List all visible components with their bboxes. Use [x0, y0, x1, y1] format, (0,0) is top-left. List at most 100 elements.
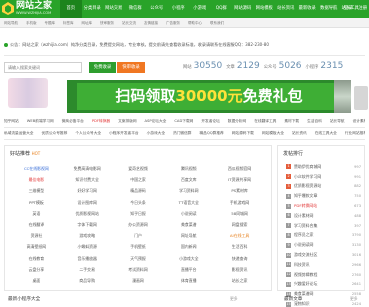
- hot-site-link[interactable]: 体育直播: [163, 276, 214, 286]
- hot-site-link[interactable]: 免费高清电影网: [62, 164, 113, 174]
- hot-site-link[interactable]: PPT模板: [11, 198, 62, 208]
- hot-site-link[interactable]: 知乎日报: [113, 209, 164, 219]
- rank-title[interactable]: 程序员之家: [294, 232, 347, 238]
- hot-site-link[interactable]: 直播平台: [163, 265, 214, 275]
- text-link[interactable]: 素材下载: [284, 117, 299, 126]
- hot-site-link[interactable]: 精品源码: [113, 186, 164, 196]
- ranking-row[interactable]: 10 游戏交流社区 3016: [286, 250, 361, 260]
- ranking-row[interactable]: 6 设计素材网 488: [286, 211, 361, 221]
- rank-title[interactable]: 科技资讯: [294, 262, 347, 268]
- subnav-link[interactable]: 帮助中心: [184, 18, 206, 27]
- subnav-link[interactable]: 标签库: [59, 18, 78, 27]
- text-link[interactable]: 站长资讯: [292, 129, 307, 138]
- hot-site-link[interactable]: 最佳电影: [11, 175, 62, 185]
- hot-site-link[interactable]: 在线教育: [11, 254, 62, 264]
- text-link[interactable]: 生活百科: [307, 117, 322, 126]
- hot-site-link[interactable]: 网址导航: [163, 231, 214, 241]
- ranking-row[interactable]: 3 优质影视资源站 882: [286, 182, 361, 192]
- hot-site-link[interactable]: 商品导购: [62, 276, 113, 286]
- rank-title[interactable]: 知乎爆款文章: [294, 193, 347, 199]
- text-link[interactable]: 文案排版网: [118, 117, 136, 126]
- hot-site-link[interactable]: 设计图库网: [62, 198, 113, 208]
- hot-site-link[interactable]: 西瓜视频官网: [214, 164, 265, 174]
- nav-item[interactable]: 小程序: [168, 0, 190, 18]
- ranking-row[interactable]: 12 视频剪辑教程 2760: [286, 270, 361, 280]
- hot-site-link[interactable]: 国内新闻: [163, 242, 214, 252]
- promo-banner[interactable]: 扫码领取30000元免费礼包: [67, 80, 351, 113]
- text-link[interactable]: 优质公众号推荐: [42, 129, 68, 138]
- rank-title[interactable]: 学习资料合集: [294, 223, 347, 229]
- nav-item[interactable]: 首页: [60, 0, 82, 18]
- ranking-row[interactable]: 13 兴趣爱好论坛 2641: [286, 280, 361, 290]
- hot-site-link[interactable]: 在线翻译: [11, 220, 62, 230]
- ranking-row[interactable]: 7 学习资料合集 397: [286, 221, 361, 231]
- ranking-row[interactable]: 1 赞助伊优商城网 997: [286, 162, 361, 172]
- text-link[interactable]: 网站源码下载: [232, 129, 254, 138]
- rank-title[interactable]: 小说阅读网: [294, 242, 347, 248]
- nav-item[interactable]: 小游戏: [189, 0, 211, 18]
- hot-site-link[interactable]: 二手交易: [62, 265, 113, 275]
- text-link[interactable]: 知乎网站: [4, 117, 19, 126]
- hot-site-link[interactable]: 学习资料网: [163, 186, 214, 196]
- hot-site-link[interactable]: 音乐播放器: [62, 254, 113, 264]
- ranking-row[interactable]: 9 小说阅读网 3130: [286, 240, 361, 250]
- hot-site-link[interactable]: AI在线工具: [214, 231, 265, 241]
- subnav-link[interactable]: 专题库: [41, 18, 60, 27]
- text-link[interactable]: 小游戏大全: [147, 129, 165, 138]
- hot-site-link[interactable]: 资源社: [11, 231, 62, 241]
- hot-site-link[interactable]: 云盘分享: [11, 265, 62, 275]
- articles-more-link[interactable]: 更多: [350, 296, 358, 302]
- rank-title[interactable]: 游戏交流社区: [294, 252, 347, 258]
- submit-site-button[interactable]: 免费收录: [89, 62, 116, 73]
- nav-item[interactable]: 站长资讯: [275, 0, 297, 18]
- text-link[interactable]: 热门微信群: [173, 129, 191, 138]
- text-link[interactable]: 在线翻译工具: [254, 117, 276, 126]
- hot-site-link[interactable]: 小说阅读: [163, 209, 214, 219]
- fast-review-button[interactable]: 快审收录: [117, 62, 145, 73]
- register-link[interactable]: 注册: [358, 0, 367, 18]
- text-link[interactable]: 小程序开发者平台: [109, 129, 139, 138]
- nav-item[interactable]: 微信群: [125, 0, 147, 18]
- rank-title[interactable]: 兴趣爱好论坛: [294, 281, 347, 287]
- text-link[interactable]: 站长导航: [330, 117, 345, 126]
- hot-site-link[interactable]: TT语音大全: [163, 198, 214, 208]
- text-link[interactable]: PDF转换器: [92, 117, 110, 126]
- hot-site-link[interactable]: 爱奇艺视频: [113, 164, 164, 174]
- text-link[interactable]: 个人公众号大全: [75, 129, 101, 138]
- nav-item[interactable]: 网站源码: [232, 0, 254, 18]
- hot-site-link[interactable]: 美食菜谱: [163, 220, 214, 230]
- subnav-link[interactable]: 网站导航: [0, 18, 22, 27]
- hot-site-link[interactable]: 桌面: [11, 276, 62, 286]
- hot-site-link[interactable]: 腾讯视频: [163, 164, 214, 174]
- hot-site-link[interactable]: 门户: [113, 231, 164, 241]
- site-logo[interactable]: 网站之家 WWW.WZHIJIA.COM: [2, 1, 60, 17]
- hot-site-link[interactable]: 今日头条: [113, 198, 164, 208]
- text-link[interactable]: 行业网站推荐: [345, 129, 365, 138]
- subnav-link[interactable]: 网址库: [78, 18, 97, 27]
- text-link[interactable]: 微商必备平台: [62, 117, 84, 126]
- login-link[interactable]: 登录: [344, 0, 353, 18]
- nav-item[interactable]: 网站模板: [254, 0, 276, 18]
- search-input[interactable]: [4, 62, 82, 73]
- hot-site-link[interactable]: 优质影视网站: [62, 209, 113, 219]
- hot-site-link[interactable]: 办公资源网: [113, 220, 164, 230]
- hot-site-link[interactable]: CC在线影视网: [11, 164, 62, 174]
- hot-site-link[interactable]: 百度文库: [163, 175, 214, 185]
- nav-item[interactable]: 公众号: [146, 0, 168, 18]
- nav-item[interactable]: 网站交易: [103, 0, 125, 18]
- hot-site-link[interactable]: 58同城网: [214, 209, 265, 219]
- hot-site-link[interactable]: 生活百科: [214, 242, 265, 252]
- text-link[interactable]: 开发者论坛: [201, 117, 219, 126]
- hot-site-link[interactable]: 好好学习网: [62, 186, 113, 196]
- text-link[interactable]: 设计素材: [353, 117, 365, 126]
- hot-site-link[interactable]: 手机壁纸: [113, 242, 164, 252]
- text-link[interactable]: 精品QQ群推荐: [200, 129, 224, 138]
- ranking-row[interactable]: 11 科技资讯 2966: [286, 260, 361, 270]
- subnav-link[interactable]: 手机版: [22, 18, 41, 27]
- ranking-row[interactable]: 8 程序员之家 3790: [286, 231, 361, 241]
- hot-site-link[interactable]: 英语: [11, 209, 62, 219]
- nav-item[interactable]: QQ群: [211, 0, 233, 18]
- text-link[interactable]: 在线工具大全: [315, 129, 337, 138]
- subnav-link[interactable]: 联系我们: [206, 18, 228, 27]
- subnav-link[interactable]: 广告服务: [162, 18, 184, 27]
